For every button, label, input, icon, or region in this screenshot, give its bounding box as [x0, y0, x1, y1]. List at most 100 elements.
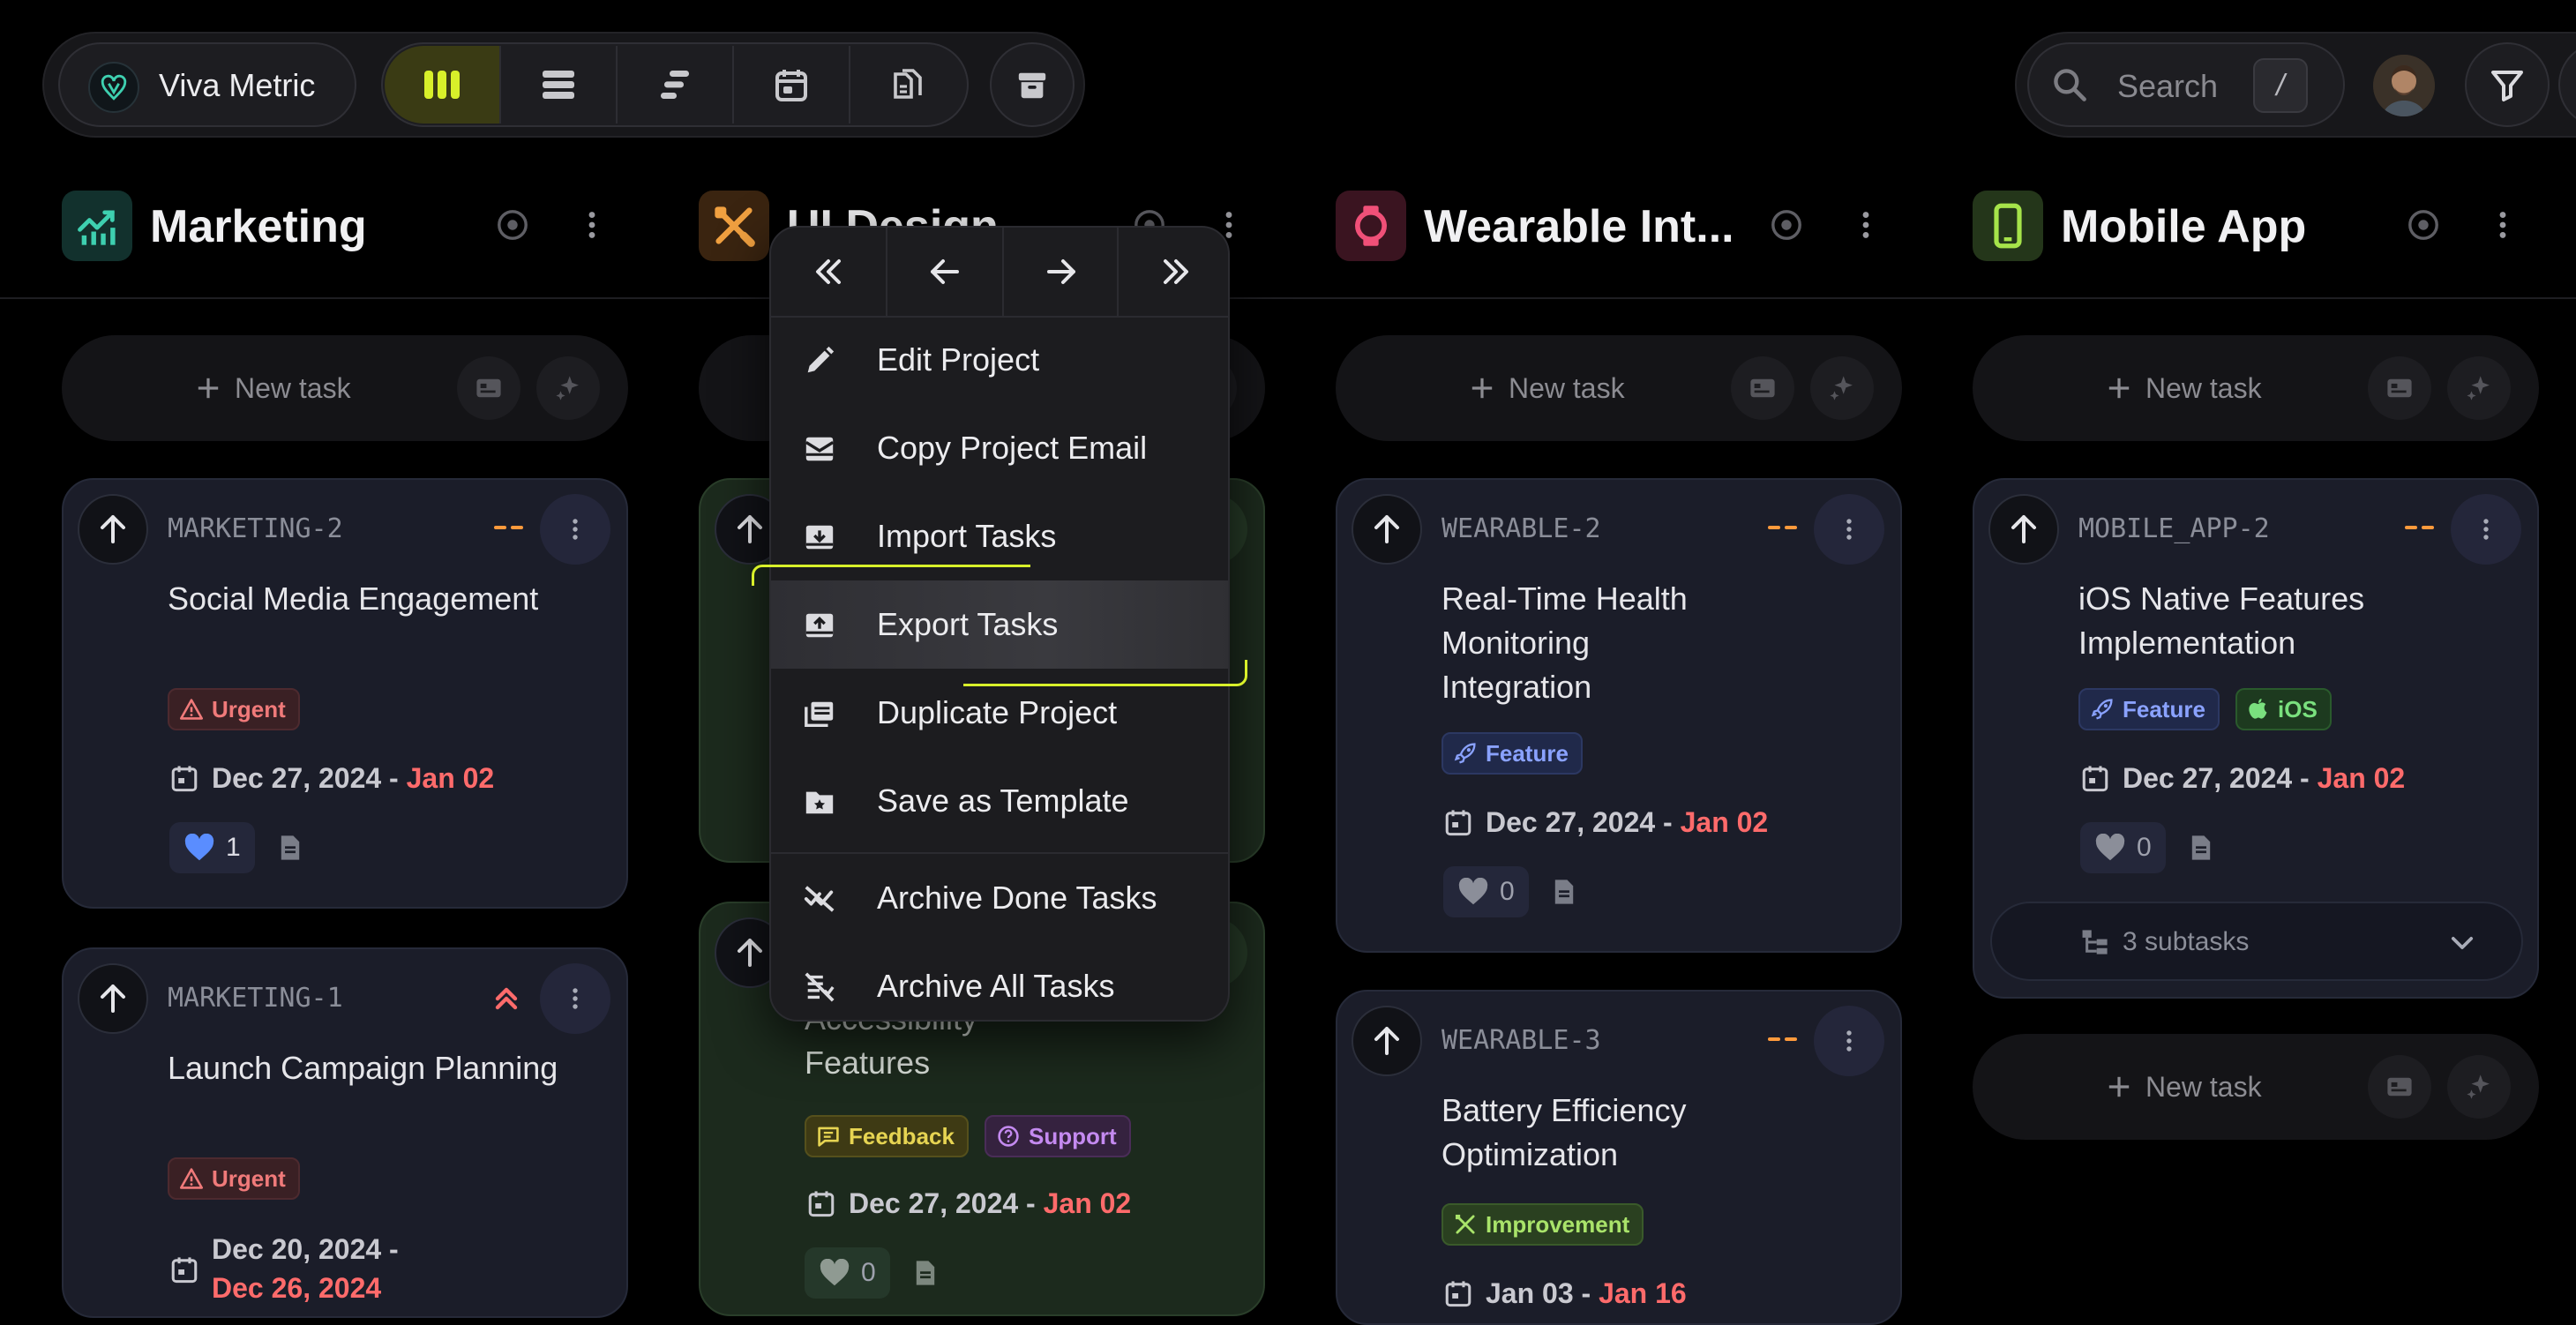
calendar-view-button[interactable]: [734, 46, 849, 124]
heart-icon: [820, 1259, 850, 1286]
highlight-stroke: [752, 565, 1030, 586]
menu-item-save-as-template[interactable]: Save as Template: [771, 757, 1228, 845]
more-vertical-icon: [573, 519, 578, 540]
move-first-button[interactable]: [771, 228, 886, 316]
arrow-up-icon: [1374, 515, 1399, 543]
list-view-button[interactable]: [501, 46, 616, 124]
priority-medium-icon: [2403, 515, 2437, 540]
move-column-row: [771, 228, 1228, 318]
move-up-button[interactable]: [1352, 494, 1422, 565]
card-menu-button[interactable]: [1814, 494, 1884, 565]
calendar-icon: [1445, 1281, 1471, 1307]
column-target-icon[interactable]: [1770, 208, 1803, 242]
priority-high-icon: [489, 981, 524, 1016]
task-code: WEARABLE-3: [1442, 1025, 1601, 1056]
column-target-icon[interactable]: [2407, 208, 2440, 242]
move-up-button[interactable]: [1352, 1006, 1422, 1076]
project-icon-ui-design: [699, 191, 769, 261]
column-more-icon[interactable]: [2486, 208, 2520, 242]
timeline-view-button[interactable]: [618, 46, 732, 124]
new-task-button[interactable]: New task: [1336, 335, 1902, 441]
arrow-up-icon: [738, 939, 762, 967]
project-icon-marketing: [62, 191, 132, 261]
column-title[interactable]: Mobile App: [2061, 199, 2306, 254]
move-right-button[interactable]: [1004, 228, 1119, 316]
task-card[interactable]: MOBILE_APP-2 iOS Native Features Impleme…: [1973, 478, 2539, 999]
new-task-button[interactable]: New task: [62, 335, 628, 441]
header-divider: [0, 297, 2576, 299]
pencil-icon: [803, 344, 836, 378]
card-template-button[interactable]: [2368, 356, 2431, 420]
priority-medium-icon: [1766, 515, 1800, 540]
subtasks-toggle[interactable]: 3 subtasks: [1990, 902, 2523, 981]
task-dates: Dec 27, 2024 - Jan 02: [806, 1184, 1131, 1223]
card-template-button[interactable]: [457, 356, 520, 420]
ai-generate-button[interactable]: [1810, 356, 1874, 420]
tag-urgent: Urgent: [168, 688, 300, 730]
menu-item-copy-project-email[interactable]: Copy Project Email: [771, 404, 1228, 492]
column-more-icon[interactable]: [575, 208, 609, 242]
docs-view-button[interactable]: [850, 46, 965, 124]
card-template-icon: [476, 378, 501, 398]
chevron-down-icon: [2447, 928, 2477, 958]
task-card[interactable]: MARKETING-2 Social Media Engagement Urge…: [62, 478, 628, 909]
move-up-button[interactable]: [78, 963, 148, 1034]
project-context-menu: Edit Project Copy Project Email Import T…: [769, 226, 1230, 1022]
column-more-icon[interactable]: [1849, 208, 1883, 242]
move-up-button[interactable]: [1988, 494, 2059, 565]
task-code: MARKETING-1: [168, 983, 343, 1014]
column-title[interactable]: Wearable Int...: [1424, 199, 1734, 254]
document-icon[interactable]: [1549, 877, 1579, 907]
menu-item-archive-done-tasks[interactable]: Archive Done Tasks: [771, 854, 1228, 942]
new-task-button-bottom[interactable]: New task: [1973, 1034, 2539, 1140]
double-chevron-right-icon: [1164, 259, 1188, 284]
like-button[interactable]: 0: [1443, 866, 1529, 917]
card-template-button[interactable]: [1731, 356, 1794, 420]
sparkle-icon: [2467, 1074, 2490, 1099]
card-menu-button[interactable]: [1814, 1006, 1884, 1076]
move-left-button[interactable]: [887, 228, 1002, 316]
document-icon[interactable]: [2186, 833, 2216, 863]
menu-item-edit-project[interactable]: Edit Project: [771, 316, 1228, 404]
card-menu-button[interactable]: [2451, 494, 2521, 565]
ai-generate-button[interactable]: [2447, 1055, 2511, 1119]
new-task-button[interactable]: New task: [1973, 335, 2539, 441]
card-menu-button[interactable]: [540, 963, 610, 1034]
task-card[interactable]: MARKETING-1 Launch Campaign Planning Urg…: [62, 947, 628, 1318]
heart-icon: [2095, 834, 2125, 861]
menu-item-export-tasks[interactable]: Export Tasks: [771, 580, 1228, 669]
column-target-icon[interactable]: [496, 208, 529, 242]
column-title[interactable]: Marketing: [150, 199, 367, 254]
like-button[interactable]: 0: [2080, 822, 2166, 873]
project-icon-wearable: [1336, 191, 1406, 261]
menu-item-archive-all-tasks[interactable]: Archive All Tasks: [771, 942, 1228, 1020]
like-button[interactable]: 0: [805, 1247, 890, 1299]
document-icon[interactable]: [275, 833, 305, 863]
board-view-button[interactable]: [385, 46, 499, 124]
avatar[interactable]: [2373, 55, 2435, 116]
list-view-icon: [543, 71, 574, 99]
task-code: WEARABLE-2: [1442, 513, 1601, 544]
plus-icon: [194, 374, 222, 402]
task-card[interactable]: WEARABLE-3 Battery Efficiency Optimizati…: [1336, 990, 1902, 1325]
priority-medium-icon: [492, 515, 526, 540]
card-menu-button[interactable]: [540, 494, 610, 565]
tag-feedback: Feedback: [805, 1115, 969, 1157]
card-template-button[interactable]: [2368, 1055, 2431, 1119]
move-up-button[interactable]: [78, 494, 148, 565]
filter-button[interactable]: [2465, 42, 2550, 127]
ai-generate-button[interactable]: [536, 356, 600, 420]
ai-generate-button[interactable]: [2447, 356, 2511, 420]
archive-button[interactable]: [990, 42, 1075, 127]
like-button[interactable]: 1: [169, 822, 255, 873]
document-icon[interactable]: [910, 1258, 940, 1288]
brand-name: Viva Metric: [159, 67, 316, 103]
task-card[interactable]: WEARABLE-2 Real-Time Health Monitoring I…: [1336, 478, 1902, 953]
docs-view-icon: [894, 69, 922, 99]
task-dates: Dec 27, 2024 - Jan 02: [1443, 803, 1768, 842]
watch-icon: [1355, 206, 1387, 246]
apple-icon: [2249, 699, 2267, 719]
new-task-label: New task: [1509, 372, 1625, 404]
move-last-button[interactable]: [1119, 228, 1228, 316]
card-template-icon: [2387, 378, 2412, 398]
